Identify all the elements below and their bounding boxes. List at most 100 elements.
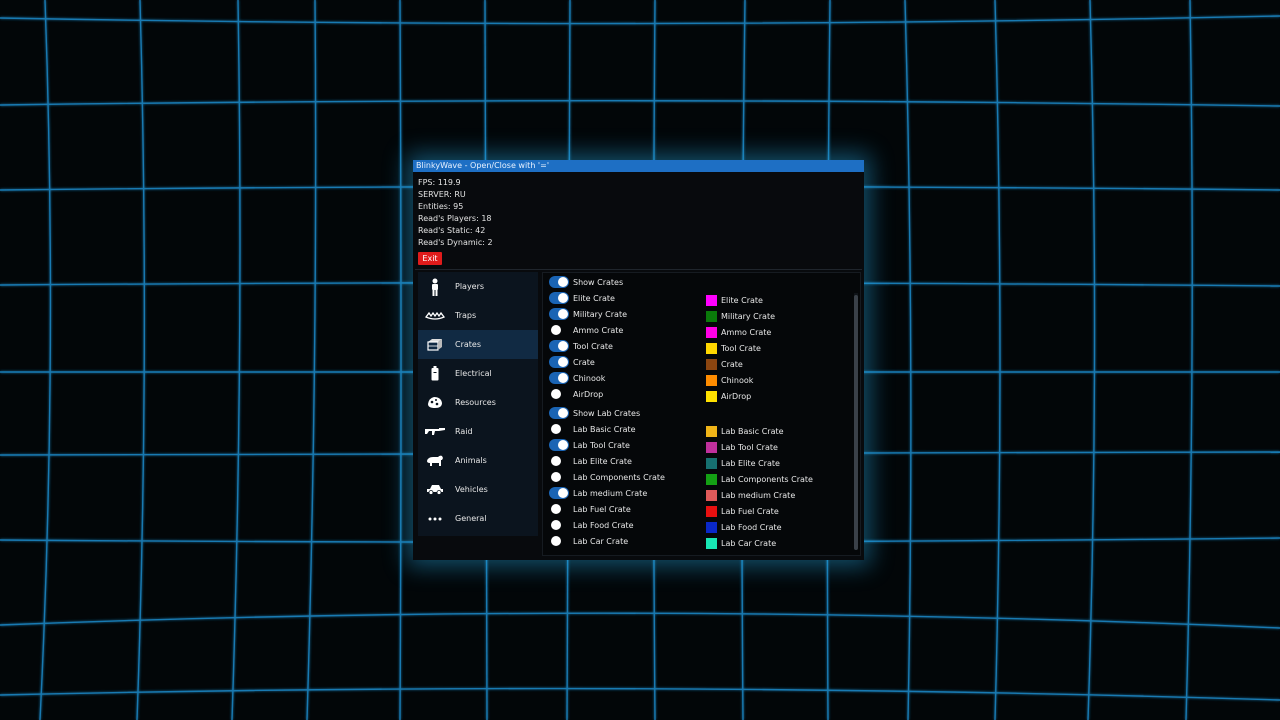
color-label: Lab Components Crate	[721, 474, 813, 484]
toggle-switch[interactable]	[549, 535, 569, 547]
toggle-switch[interactable]	[549, 340, 569, 352]
toggle-switch[interactable]	[549, 471, 569, 483]
color-label: Lab Tool Crate	[721, 442, 778, 452]
toggle-switch[interactable]	[549, 308, 569, 320]
toggle-switch[interactable]	[549, 292, 569, 304]
color-swatch[interactable]	[706, 310, 717, 322]
color-swatch[interactable]	[706, 390, 717, 402]
stats-panel: FPS: 119.9 SERVER: RU Entities: 95 Read'…	[418, 177, 493, 249]
toggle-label: Lab medium Crate	[573, 488, 648, 498]
color-row-lab-car-crate[interactable]: Lab Car Crate	[706, 536, 776, 550]
toggle-row-lab-food-crate[interactable]: Lab Food Crate	[549, 518, 634, 532]
sidebar-item-label: General	[455, 514, 487, 523]
toggle-row-lab-elite-crate[interactable]: Lab Elite Crate	[549, 454, 632, 468]
color-row-lab-medium-crate[interactable]: Lab medium Crate	[706, 488, 795, 502]
toggle-row-ammo-crate[interactable]: Ammo Crate	[549, 323, 623, 337]
color-swatch[interactable]	[706, 326, 717, 338]
toggle-switch[interactable]	[549, 356, 569, 368]
toggle-switch[interactable]	[549, 503, 569, 515]
toggle-row-airdrop[interactable]: AirDrop	[549, 387, 603, 401]
toggle-label: Lab Elite Crate	[573, 456, 632, 466]
color-row-elite-crate[interactable]: Elite Crate	[706, 293, 763, 307]
color-row-lab-food-crate[interactable]: Lab Food Crate	[706, 520, 782, 534]
dots-icon	[421, 517, 449, 521]
sidebar-item-traps[interactable]: Traps	[418, 301, 538, 330]
color-row-airdrop[interactable]: AirDrop	[706, 389, 751, 403]
sidebar-item-animals[interactable]: Animals	[418, 446, 538, 475]
color-row-ammo-crate[interactable]: Ammo Crate	[706, 325, 771, 339]
toggle-row-lab-basic-crate[interactable]: Lab Basic Crate	[549, 422, 636, 436]
toggle-switch[interactable]	[549, 407, 569, 419]
sidebar-item-electrical[interactable]: Electrical	[418, 359, 538, 388]
toggle-row-crate[interactable]: Crate	[549, 355, 595, 369]
sidebar-item-label: Raid	[455, 427, 473, 436]
color-row-lab-tool-crate[interactable]: Lab Tool Crate	[706, 440, 778, 454]
toggle-row-show-lab-crates[interactable]: Show Lab Crates	[549, 406, 640, 420]
toggle-switch[interactable]	[549, 423, 569, 435]
toggle-row-tool-crate[interactable]: Tool Crate	[549, 339, 613, 353]
toggle-switch[interactable]	[549, 455, 569, 467]
sidebar-item-general[interactable]: General	[418, 504, 538, 533]
color-row-lab-components-crate[interactable]: Lab Components Crate	[706, 472, 813, 486]
sidebar-item-players[interactable]: Players	[418, 272, 538, 301]
bear-trap-icon	[421, 311, 449, 321]
toggle-switch[interactable]	[549, 519, 569, 531]
window-titlebar[interactable]: BlinkyWave - Open/Close with '='	[413, 160, 864, 172]
exit-button[interactable]: Exit	[418, 252, 442, 265]
color-swatch[interactable]	[706, 521, 717, 533]
sidebar-item-label: Animals	[455, 456, 487, 465]
color-swatch[interactable]	[706, 294, 717, 306]
color-swatch[interactable]	[706, 505, 717, 517]
color-swatch[interactable]	[706, 489, 717, 501]
color-label: Ammo Crate	[721, 327, 772, 337]
color-swatch[interactable]	[706, 342, 717, 354]
toggle-switch[interactable]	[549, 487, 569, 499]
toggle-label: Show Lab Crates	[573, 408, 641, 418]
toggle-row-chinook[interactable]: Chinook	[549, 371, 605, 385]
color-swatch[interactable]	[706, 425, 717, 437]
color-swatch[interactable]	[706, 537, 717, 549]
color-row-chinook[interactable]: Chinook	[706, 373, 753, 387]
color-row-lab-elite-crate[interactable]: Lab Elite Crate	[706, 456, 780, 470]
color-label: Lab Fuel Crate	[721, 506, 779, 516]
entities-readout: Entities: 95	[418, 202, 464, 211]
sidebar-item-raid[interactable]: Raid	[418, 417, 538, 446]
color-swatch[interactable]	[706, 457, 717, 469]
crates-settings-panel: Show Crates Elite Crate Military Crate A…	[542, 272, 861, 556]
color-label: Lab Elite Crate	[721, 458, 780, 468]
color-swatch[interactable]	[706, 374, 717, 386]
toggle-switch[interactable]	[549, 388, 569, 400]
toggle-switch[interactable]	[549, 276, 569, 288]
toggle-label: AirDrop	[573, 389, 604, 399]
sidebar-item-vehicles[interactable]: Vehicles	[418, 475, 538, 504]
sidebar-item-crates[interactable]: Crates	[418, 330, 538, 359]
toggle-switch[interactable]	[549, 324, 569, 336]
divider	[415, 269, 862, 270]
scrollbar-thumb[interactable]	[854, 295, 858, 550]
toggle-switch[interactable]	[549, 439, 569, 451]
sidebar-item-label: Electrical	[455, 369, 492, 378]
color-row-tool-crate[interactable]: Tool Crate	[706, 341, 761, 355]
color-label: Military Crate	[721, 311, 776, 321]
toggle-row-lab-components-crate[interactable]: Lab Components Crate	[549, 470, 665, 484]
toggle-row-lab-tool-crate[interactable]: Lab Tool Crate	[549, 438, 630, 452]
color-swatch[interactable]	[706, 473, 717, 485]
color-swatch[interactable]	[706, 358, 717, 370]
toggle-row-lab-car-crate[interactable]: Lab Car Crate	[549, 534, 628, 548]
toggle-row-lab-fuel-crate[interactable]: Lab Fuel Crate	[549, 502, 631, 516]
toggle-row-show-crates[interactable]: Show Crates	[549, 275, 623, 289]
color-label: Elite Crate	[721, 295, 763, 305]
color-label: Lab Food Crate	[721, 522, 782, 532]
color-row-lab-fuel-crate[interactable]: Lab Fuel Crate	[706, 504, 779, 518]
toggle-row-elite-crate[interactable]: Elite Crate	[549, 291, 615, 305]
color-swatch[interactable]	[706, 441, 717, 453]
color-row-crate[interactable]: Crate	[706, 357, 743, 371]
color-label: Lab Basic Crate	[721, 426, 784, 436]
sidebar-item-resources[interactable]: Resources	[418, 388, 538, 417]
toggle-switch[interactable]	[549, 372, 569, 384]
color-row-military-crate[interactable]: Military Crate	[706, 309, 775, 323]
toggle-row-lab-medium-crate[interactable]: Lab medium Crate	[549, 486, 647, 500]
color-row-lab-basic-crate[interactable]: Lab Basic Crate	[706, 424, 784, 438]
toggle-row-military-crate[interactable]: Military Crate	[549, 307, 627, 321]
toggle-label: Elite Crate	[573, 293, 615, 303]
